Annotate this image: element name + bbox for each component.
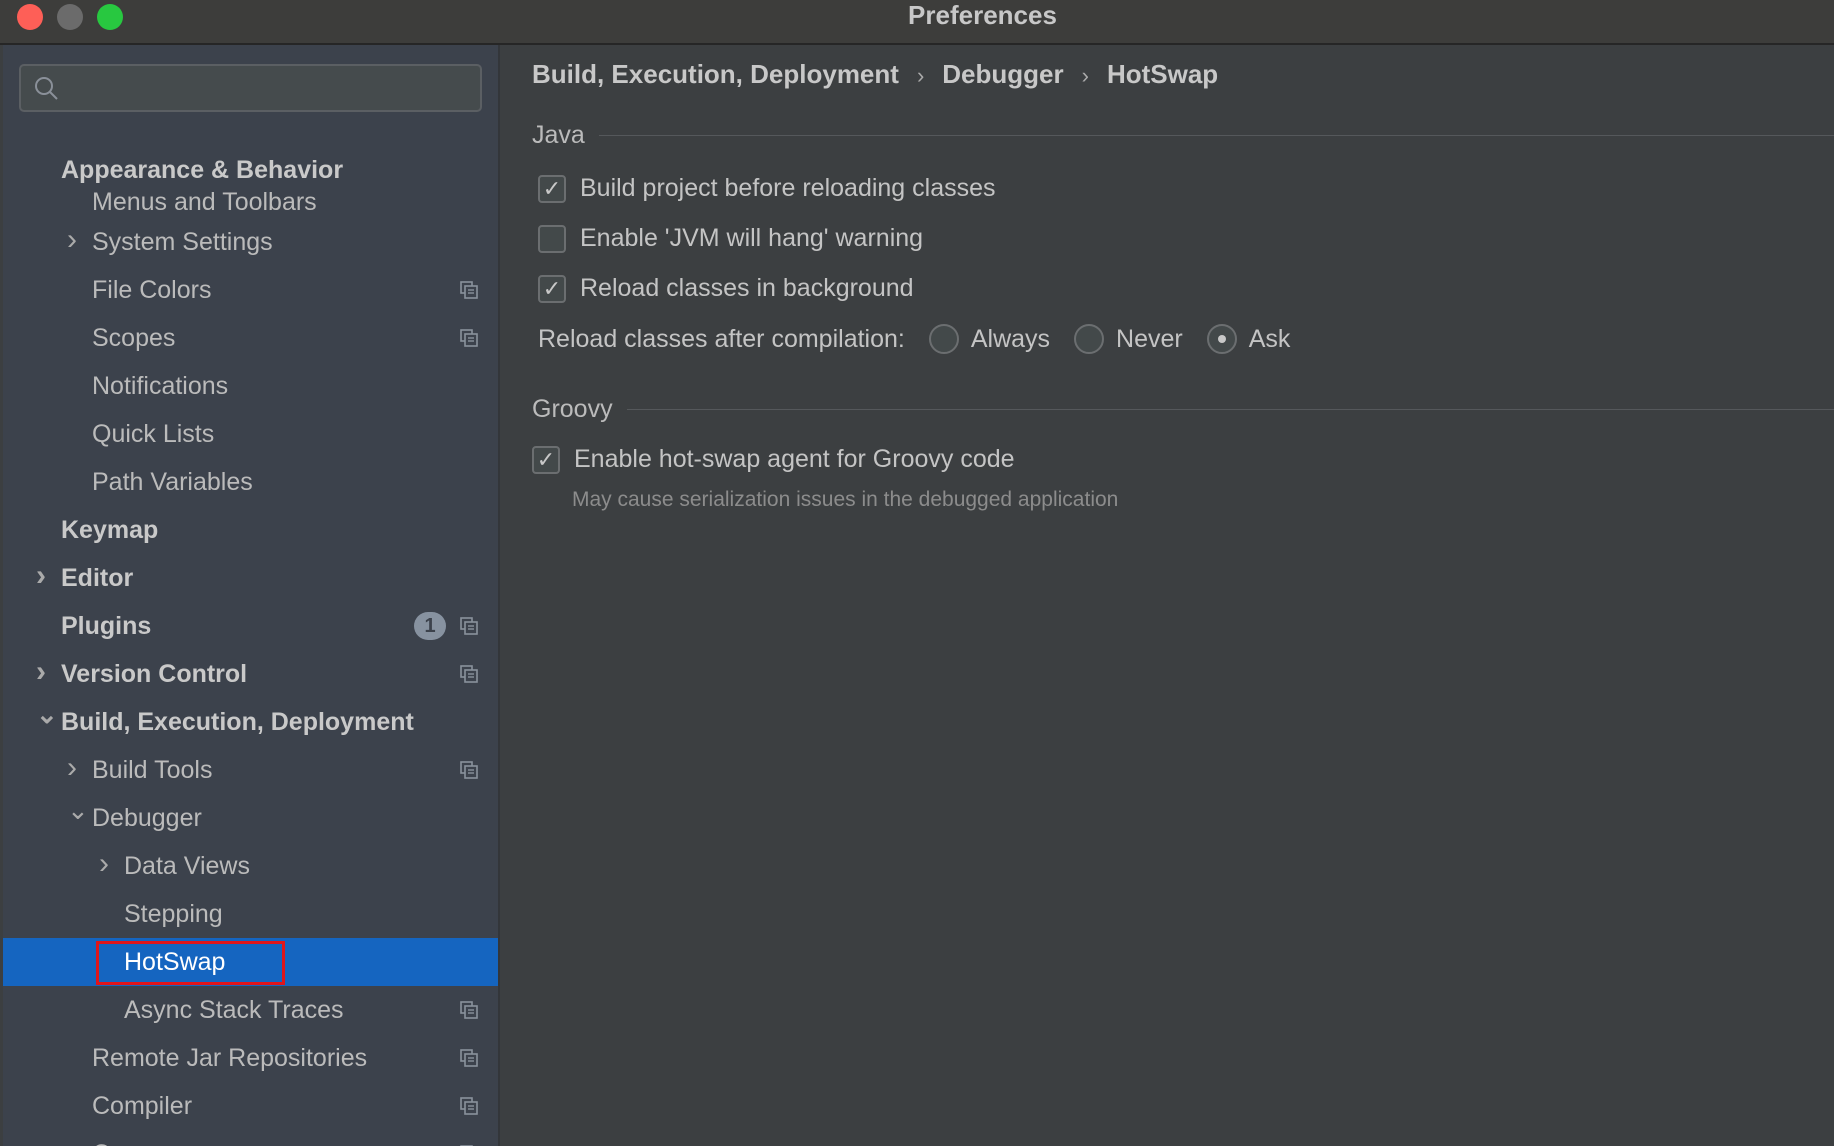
radio-label[interactable]: Ask <box>1249 325 1291 354</box>
tree-item[interactable]: › Data Views <box>3 840 498 890</box>
java-section-header: Java <box>532 121 1834 150</box>
project-level-icon <box>460 1001 478 1019</box>
checkbox-label: Reload classes in background <box>580 274 914 302</box>
tree-item[interactable]: Appearance & Behavior <box>3 153 498 187</box>
update-count-badge: 1 <box>414 612 446 640</box>
tree-item[interactable]: Compiler <box>3 1082 498 1130</box>
project-level-icon <box>460 617 478 635</box>
tree-item-label: Data Views <box>124 852 250 880</box>
section-title: Groovy <box>532 395 613 423</box>
tree-item[interactable]: › System Settings <box>3 216 498 266</box>
chevron-right-icon: › <box>1081 63 1089 88</box>
radio-label[interactable]: Always <box>971 325 1050 354</box>
tree-item-label: Appearance & Behavior <box>61 156 344 184</box>
tree-item-label: Remote Jar Repositories <box>92 1044 368 1072</box>
tree-item-label: Plugins <box>61 612 152 640</box>
tree-item-label: Version Control <box>61 660 248 688</box>
search-icon <box>35 77 58 100</box>
tree-item-label: Coverage <box>92 1130 200 1146</box>
build-before-reload-checkbox[interactable]: ✓ Build project before reloading classes <box>538 174 996 203</box>
checkbox-checked-icon[interactable]: ✓ <box>538 274 566 303</box>
groovy-section-header: Groovy <box>532 395 1834 424</box>
tree-item[interactable]: ⌄ Debugger <box>3 794 498 842</box>
section-title: Java <box>532 121 585 149</box>
project-level-icon <box>460 1097 478 1115</box>
radio-group-label: Reload classes after compilation: <box>538 324 905 353</box>
chevron-down-icon[interactable]: ⌄ <box>67 786 89 834</box>
divider <box>626 409 1834 410</box>
window-title: Preferences <box>908 0 1057 30</box>
tree-item[interactable]: ⌄ Build, Execution, Deployment <box>3 698 498 746</box>
settings-tree: Appearance & Behavior Menus and Toolbars ›… <box>3 45 500 1146</box>
chevron-right-icon[interactable]: › <box>36 648 46 696</box>
checkbox-label: Enable 'JVM will hang' warning <box>580 224 924 252</box>
tree-item[interactable]: File Colors <box>3 266 498 314</box>
checkbox-checked-icon[interactable]: ✓ <box>538 174 566 203</box>
checkbox-label: Enable hot-swap agent for Groovy code <box>574 445 1015 473</box>
project-level-icon <box>460 329 478 347</box>
tree-item[interactable]: Scopes <box>3 314 498 362</box>
breadcrumb-item: HotSwap <box>1106 59 1219 89</box>
tree-item-label: Menus and Toolbars <box>92 189 317 216</box>
chevron-right-icon[interactable]: › <box>36 552 46 600</box>
project-level-icon <box>460 761 478 779</box>
groovy-hint: May cause serialization issues in the de… <box>572 488 1119 511</box>
radio-always[interactable] <box>928 324 959 354</box>
tree-item[interactable]: › Version Control <box>3 648 498 698</box>
tree-item-label: Editor <box>61 564 134 592</box>
tree-item-label: Build Tools <box>92 756 213 784</box>
breadcrumb-item[interactable]: Build, Execution, Deployment <box>532 59 899 89</box>
tree-item[interactable]: Remote Jar Repositories <box>3 1034 498 1082</box>
tree-item-label: Path Variables <box>92 468 253 496</box>
reload-in-background-checkbox[interactable]: ✓ Reload classes in background <box>538 274 914 303</box>
tree-item-label: Notifications <box>92 372 229 400</box>
tree-item[interactable]: Plugins 1 <box>3 602 498 650</box>
tree-item-label: Async Stack Traces <box>124 996 344 1024</box>
radio-never[interactable] <box>1074 324 1105 354</box>
tree-item-label: File Colors <box>92 276 212 304</box>
highlight-box <box>96 941 285 985</box>
chevron-right-icon[interactable]: › <box>67 216 77 264</box>
checkbox-unchecked-icon[interactable] <box>538 224 566 253</box>
radio-label[interactable]: Never <box>1116 325 1183 354</box>
reload-after-compilation-group: Reload classes after compilation: Always… <box>538 324 1290 354</box>
tree-item-label: Debugger <box>92 804 202 832</box>
tree-item[interactable]: Quick Lists <box>3 410 498 458</box>
tree-item[interactable]: Keymap <box>3 506 498 554</box>
checkbox-label: Build project before reloading classes <box>580 174 996 202</box>
checkbox-checked-icon[interactable]: ✓ <box>532 445 560 474</box>
chevron-right-icon[interactable]: › <box>67 744 77 792</box>
tree-item[interactable]: Menus and Toolbars <box>3 189 498 217</box>
tree-item[interactable]: Notifications <box>3 362 498 410</box>
tree-item-label: Scopes <box>92 324 176 352</box>
project-level-icon <box>460 665 478 683</box>
tree-item-label: Stepping <box>124 900 223 928</box>
breadcrumb: Build, Execution, Deployment › Debugger › Ho… <box>532 59 1218 90</box>
groovy-hotswap-agent-checkbox[interactable]: ✓ Enable hot-swap agent for Groovy code <box>532 445 1015 474</box>
tree-item[interactable]: Path Variables <box>3 458 498 506</box>
tree-item-label: Quick Lists <box>92 420 215 448</box>
project-level-icon <box>460 281 478 299</box>
jvm-hang-warning-checkbox[interactable]: Enable 'JVM will hang' warning <box>538 224 923 253</box>
tree-item[interactable]: › Editor <box>3 552 498 602</box>
tree-item[interactable]: Stepping <box>3 890 498 938</box>
search-input[interactable] <box>19 64 482 112</box>
chevron-down-icon[interactable]: ⌄ <box>36 690 58 738</box>
radio-ask[interactable] <box>1206 324 1237 354</box>
chevron-right-icon: › <box>916 63 925 88</box>
project-level-icon <box>460 1049 478 1067</box>
hotswap-panel: Build, Execution, Deployment › Debugger › Ho… <box>500 45 1834 1146</box>
breadcrumb-item[interactable]: Debugger <box>942 59 1063 89</box>
chevron-right-icon[interactable]: › <box>99 840 109 888</box>
tree-item-label: Build, Execution, Deployment <box>61 708 414 736</box>
tree-item-label: Compiler <box>92 1092 193 1120</box>
tree-item[interactable]: HotSwap <box>3 938 498 986</box>
divider <box>598 135 1834 136</box>
tree-item-label: System Settings <box>92 228 273 256</box>
tree-item[interactable]: Async Stack Traces <box>3 986 498 1034</box>
tree-item-label: Keymap <box>61 516 159 544</box>
title-bar: Preferences <box>0 0 1834 45</box>
tree-item[interactable]: Coverage <box>3 1130 498 1146</box>
radio-selected-dot <box>1217 335 1226 343</box>
